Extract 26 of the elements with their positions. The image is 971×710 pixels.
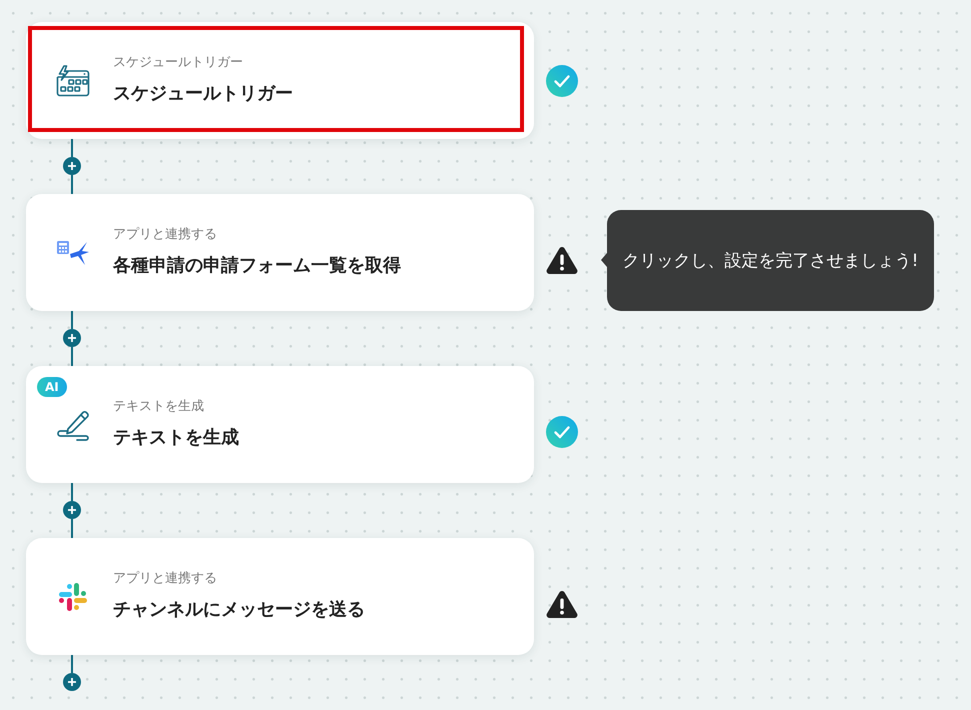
four-color-logo-icon	[58, 582, 88, 612]
pencil-icon	[56, 408, 90, 440]
add-step-button[interactable]	[63, 157, 81, 175]
tooltip: クリックし、設定を完了させましょう!	[601, 210, 934, 310]
step-card[interactable]: アプリと連携する チャンネルにメッセージを送る	[26, 538, 534, 655]
step-subtitle: スケジュールトリガー	[113, 54, 244, 72]
plus-icon	[68, 506, 76, 514]
plus-icon	[68, 334, 76, 342]
step-card[interactable]: AI テキストを生成 テキストを生成	[26, 366, 534, 483]
step-subtitle: アプリと連携する	[113, 226, 218, 244]
step-subtitle: テキストを生成	[113, 398, 205, 416]
calculator-bird-icon	[56, 240, 90, 266]
step-title: テキストを生成	[113, 426, 239, 450]
step-title: チャンネルにメッセージを送る	[113, 598, 365, 622]
add-step-button[interactable]	[63, 673, 81, 691]
ai-badge: AI	[37, 377, 67, 397]
step-title: 各種申請の申請フォーム一覧を取得	[113, 254, 401, 278]
add-step-button[interactable]	[63, 329, 81, 347]
step-card[interactable]: スケジュールトリガー スケジュールトリガー	[26, 22, 534, 139]
calendar-bolt-icon	[56, 64, 90, 96]
step-subtitle: アプリと連携する	[113, 570, 218, 588]
plus-icon	[68, 162, 76, 170]
step-card[interactable]: アプリと連携する 各種申請の申請フォーム一覧を取得	[26, 194, 534, 311]
plus-icon	[68, 678, 76, 686]
step-title: スケジュールトリガー	[113, 82, 293, 106]
add-step-button[interactable]	[63, 501, 81, 519]
